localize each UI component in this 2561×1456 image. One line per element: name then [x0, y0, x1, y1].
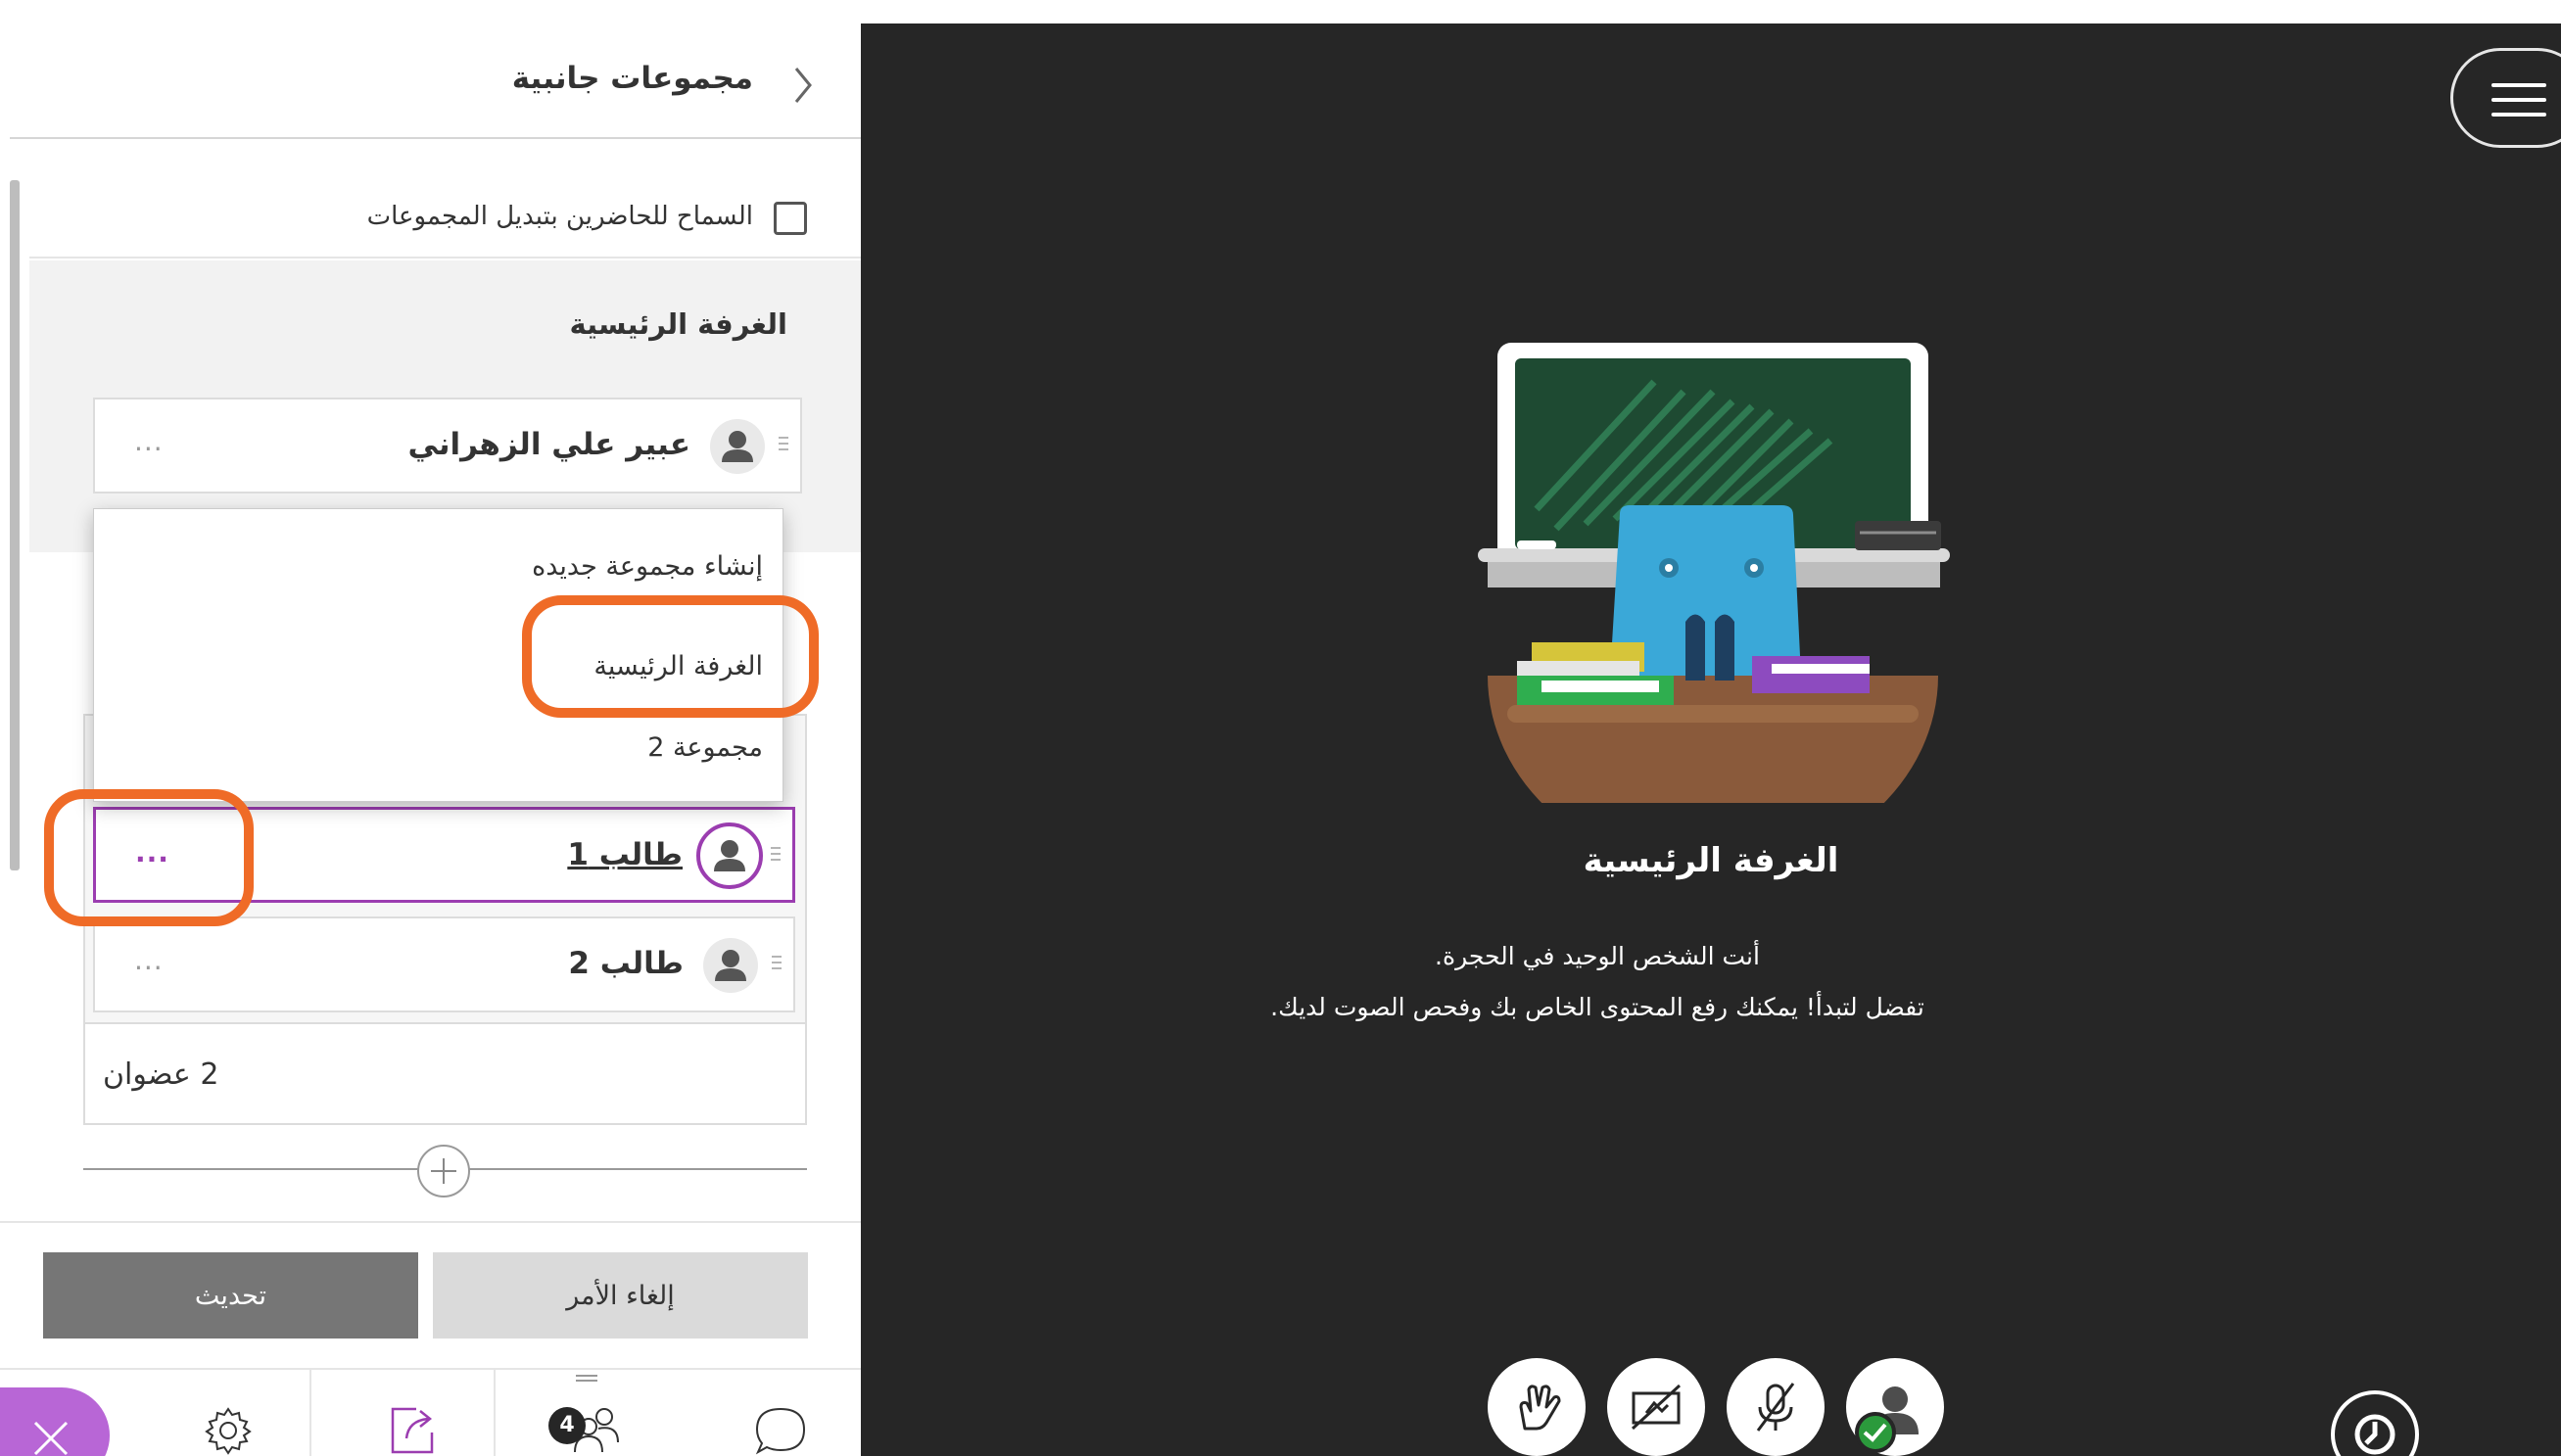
tab-settings[interactable] — [127, 1370, 313, 1456]
drag-handle-icon[interactable] — [779, 437, 788, 454]
allow-switch-label: السماح للحاضرين بتبديل المجموعات — [366, 202, 753, 231]
panel-tabbar — [0, 1368, 861, 1456]
panel-scrollbar[interactable] — [10, 180, 20, 870]
plus-icon — [431, 1158, 456, 1184]
member-more-options-button[interactable]: ··· — [134, 433, 164, 465]
menu-item-group-2[interactable]: مجموعة 2 — [647, 732, 763, 763]
session-timer-button[interactable] — [2331, 1390, 2419, 1456]
cancel-button[interactable]: إلغاء الأمر — [433, 1252, 808, 1339]
hand-raise-button[interactable] — [1488, 1358, 1586, 1456]
clock-icon — [2354, 1414, 2395, 1455]
action-buttons-row: تحديث إلغاء الأمر — [0, 1221, 861, 1368]
panel-header: مجموعات جانبية — [10, 23, 861, 139]
update-button[interactable]: تحديث — [43, 1252, 418, 1339]
member-card[interactable]: عبير علي الزهراني ··· — [93, 398, 802, 493]
menu-icon — [2491, 83, 2546, 87]
drag-handle-icon[interactable] — [772, 956, 782, 973]
classroom-illustration — [1478, 343, 1950, 803]
member-name: طالب 1 — [567, 837, 683, 872]
tabbar-grip-icon — [576, 1375, 597, 1385]
stage-message-line-2: تفضل لتبدأ! يمكنك رفع المحتوى الخاص بك و… — [1270, 993, 1924, 1021]
status-check-icon — [1855, 1412, 1896, 1453]
highlight-main-room-option — [522, 595, 819, 718]
main-stage: الغرفة الرئيسية أنت الشخص الوحيد في الحج… — [861, 23, 2561, 1456]
gear-icon — [205, 1407, 252, 1455]
tab-share-content[interactable] — [309, 1370, 496, 1456]
breakout-groups-panel: مجموعات جانبية السماح للحاضرين بتبديل ال… — [0, 23, 861, 1456]
stage-title: الغرفة الرئيسية — [1583, 841, 1839, 880]
member-name: عبير علي الزهراني — [407, 427, 690, 462]
user-avatar-icon — [696, 822, 763, 889]
members-count: 2 عضوان — [103, 1057, 219, 1092]
menu-button[interactable] — [2450, 48, 2561, 148]
add-group-button[interactable] — [417, 1145, 470, 1198]
user-avatar-icon — [710, 419, 765, 474]
allow-switch-checkbox[interactable] — [774, 202, 807, 235]
attendees-count-badge: 4 — [548, 1407, 586, 1444]
group-footer: 2 عضوان — [83, 1022, 807, 1125]
panel-title: مجموعات جانبية — [511, 61, 753, 96]
main-room-title: الغرفة الرئيسية — [569, 307, 787, 341]
menu-item-create-group[interactable]: إنشاء مجموعة جديده — [532, 551, 763, 582]
stage-message-line-1: أنت الشخص الوحيد في الحجرة. — [1435, 942, 1760, 970]
camera-toggle-button[interactable] — [1607, 1358, 1705, 1456]
tab-chat[interactable] — [680, 1370, 866, 1456]
allow-switch-row: السماح للحاضرين بتبديل المجموعات — [29, 139, 861, 258]
chevron-right-icon — [794, 68, 812, 103]
share-icon — [391, 1407, 434, 1454]
camera-off-icon — [1631, 1384, 1682, 1431]
hand-raise-icon — [1519, 1385, 1561, 1431]
member-name: طالب 2 — [568, 946, 684, 981]
chat-icon — [755, 1407, 806, 1455]
member-card[interactable]: طالب 2 ··· — [93, 916, 795, 1012]
user-avatar-icon — [703, 938, 758, 993]
highlight-more-options — [44, 789, 254, 926]
drag-handle-icon[interactable] — [771, 847, 781, 865]
member-more-options-button[interactable]: ··· — [134, 952, 164, 984]
close-panel-button[interactable] — [0, 1387, 110, 1456]
close-icon — [33, 1421, 69, 1456]
back-button[interactable] — [783, 61, 822, 110]
microphone-toggle-button[interactable] — [1727, 1358, 1825, 1456]
mic-off-icon — [1756, 1383, 1795, 1432]
